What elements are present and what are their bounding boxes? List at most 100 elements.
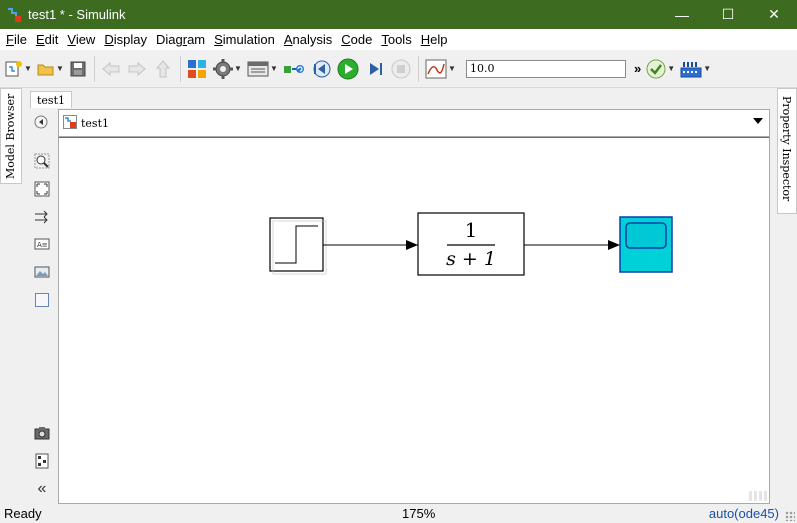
property-inspector-tab[interactable]: Property Inspector [777, 88, 797, 214]
tab-label: test1 [37, 93, 65, 107]
solver-link[interactable]: auto(ode45) [709, 506, 779, 521]
chevron-down-icon[interactable]: ▼ [24, 56, 32, 82]
new-model-button[interactable]: ▼ [4, 56, 32, 82]
annotation-button[interactable]: A≡ [32, 234, 52, 254]
back-button[interactable] [100, 56, 122, 82]
model-icon [63, 114, 77, 132]
close-icon: ✕ [768, 6, 780, 22]
save-icon [70, 61, 86, 76]
minimize-icon: — [675, 6, 689, 23]
palette: A≡ « [28, 108, 56, 503]
image-icon [34, 266, 50, 278]
model-explorer-button[interactable]: ▼ [246, 56, 278, 82]
transfer-fcn-block[interactable]: 1 s + 1 [417, 212, 525, 276]
zoom-icon [34, 153, 50, 169]
menu-analysis[interactable]: Analysis [280, 32, 336, 47]
menu-file[interactable]: File [2, 32, 31, 47]
close-button[interactable]: ✕ [751, 0, 797, 29]
area-button[interactable] [32, 290, 52, 310]
double-chevron-left-icon: « [37, 480, 47, 497]
menu-help[interactable]: Help [417, 32, 452, 47]
fit-view-icon [34, 181, 50, 197]
toolbar-separator [180, 55, 181, 82]
zoom-button[interactable] [32, 151, 52, 171]
play-icon [337, 58, 359, 79]
menu-tools[interactable]: Tools [377, 32, 415, 47]
model-advisor-button[interactable]: ▼ [645, 56, 675, 82]
chevron-down-icon[interactable]: ▼ [234, 56, 242, 82]
chevron-down-icon[interactable]: ▼ [448, 56, 456, 82]
chevron-down-icon[interactable]: ▼ [270, 56, 278, 82]
menu-simulation[interactable]: Simulation [210, 32, 279, 47]
status-text: Ready [4, 506, 42, 521]
step-back-button[interactable] [310, 56, 332, 82]
svg-text:A≡: A≡ [37, 241, 48, 249]
title-bar: test1 * - Simulink — ☐ ✕ [0, 0, 797, 29]
window-resize-grip[interactable] [785, 511, 795, 521]
step-back-icon [313, 60, 331, 77]
arrows-icon [35, 210, 48, 224]
chevron-down-icon[interactable]: ▼ [703, 56, 711, 82]
block-diagram: 1 s + 1 [269, 212, 673, 276]
menu-view[interactable]: View [63, 32, 99, 47]
annotation-icon: A≡ [34, 238, 50, 250]
stop-button[interactable] [390, 56, 412, 82]
model-data-icon [35, 453, 49, 469]
model-config-button[interactable]: ▼ [212, 56, 242, 82]
step-forward-icon [370, 62, 382, 75]
build-icon [680, 61, 702, 77]
tab-test1[interactable]: test1 [30, 91, 72, 108]
arrow-up-icon [155, 59, 171, 77]
fit-to-view-button[interactable] [32, 179, 52, 199]
simulation-data-inspector-button[interactable]: ▼ [424, 56, 456, 82]
model-browser-label: Model Browser [4, 93, 17, 179]
stop-time-field[interactable]: 10.0 [466, 56, 626, 82]
chevron-down-icon[interactable]: ▼ [56, 56, 64, 82]
model-data-button[interactable] [32, 451, 52, 471]
breadcrumb-item-test1[interactable]: test1 [81, 117, 109, 130]
status-bar: Ready 175% auto(ode45) [0, 505, 797, 523]
arrow-left-icon [102, 61, 120, 76]
scope-block[interactable] [619, 216, 673, 273]
up-button[interactable] [152, 56, 174, 82]
chevron-down-icon[interactable]: ▼ [667, 56, 675, 82]
zoom-level: 175% [402, 506, 436, 521]
signal-graph-icon [425, 59, 447, 78]
library-browser-button[interactable] [186, 56, 208, 82]
collapse-palette-button[interactable]: « [32, 479, 52, 499]
toolbar: ▼ ▼ ▼ ▼ ▼ 10.0 » ▼ ▼ [0, 50, 797, 88]
run-button[interactable] [336, 56, 360, 82]
model-browser-tab[interactable]: Model Browser [0, 88, 22, 184]
hide-arrows-button[interactable] [32, 207, 52, 227]
toolbar-separator [418, 55, 419, 82]
model-canvas[interactable]: 1 s + 1 [58, 137, 770, 504]
menu-edit[interactable]: Edit [32, 32, 62, 47]
forward-button[interactable] [126, 56, 148, 82]
open-model-button[interactable]: ▼ [36, 56, 64, 82]
image-button[interactable] [32, 262, 52, 282]
update-diagram-button[interactable] [282, 56, 306, 82]
simulink-app-icon [6, 7, 22, 23]
screenshot-button[interactable] [32, 423, 52, 443]
menu-code[interactable]: Code [337, 32, 376, 47]
step-block[interactable] [269, 217, 327, 275]
chevron-down-icon[interactable] [753, 118, 763, 124]
folder-open-icon [37, 64, 54, 75]
menu-diagram[interactable]: Diagram [152, 32, 209, 47]
toolbar-overflow[interactable]: » [634, 56, 641, 82]
canvas-resize-grip[interactable] [749, 491, 767, 501]
menu-display[interactable]: Display [100, 32, 151, 47]
check-icon [646, 59, 666, 78]
overflow-icon: » [634, 61, 642, 76]
maximize-button[interactable]: ☐ [705, 0, 751, 29]
step-forward-button[interactable] [364, 56, 386, 82]
stop-icon [391, 59, 411, 78]
menu-bar: File Edit View Display Diagram Simulatio… [0, 29, 797, 50]
gear-icon [213, 58, 233, 79]
maximize-icon: ☐ [721, 6, 735, 22]
stop-time-input[interactable]: 10.0 [466, 59, 626, 78]
library-browser-icon [188, 59, 206, 78]
save-button[interactable] [68, 56, 88, 82]
build-button[interactable]: ▼ [679, 56, 711, 82]
minimize-button[interactable]: — [659, 0, 705, 29]
